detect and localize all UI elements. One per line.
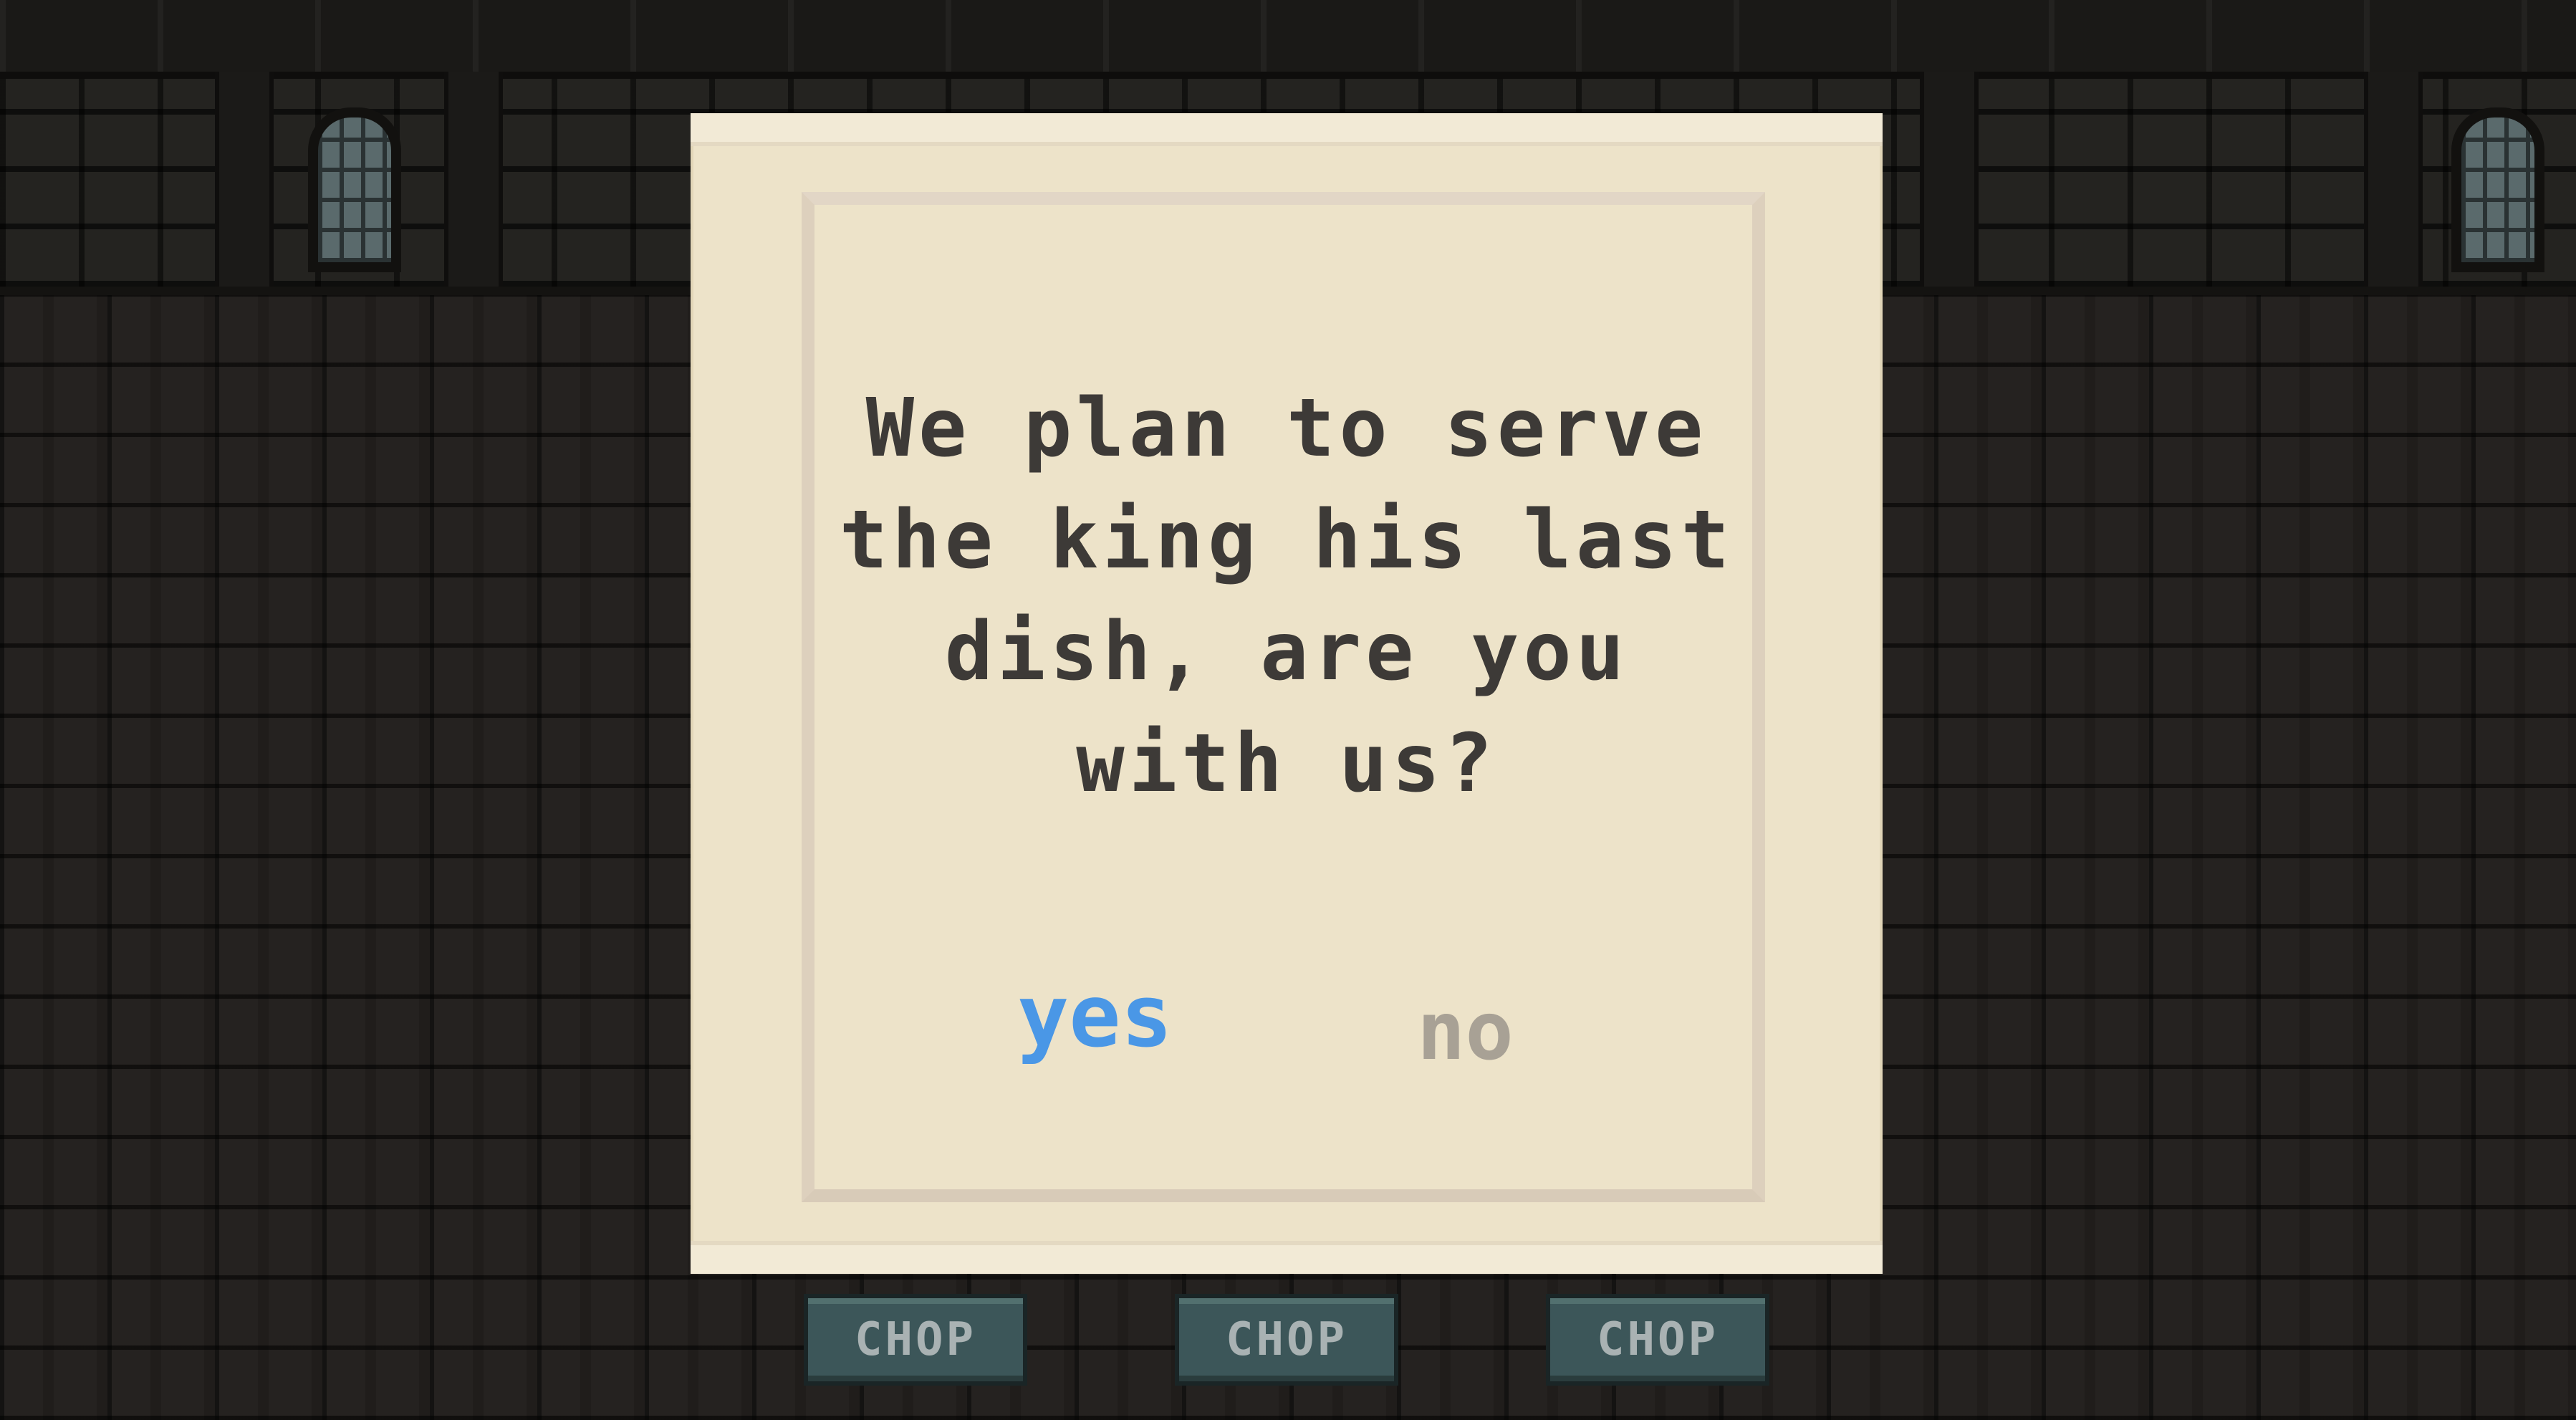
- game-scene: We plan to serve the king his last dish,…: [0, 0, 2576, 1420]
- chop-button-2[interactable]: CHOP: [1175, 1294, 1398, 1386]
- dialog-message: We plan to serve the king his last dish,…: [691, 373, 1883, 820]
- wall-pillar: [444, 72, 503, 287]
- wall-pillar: [215, 72, 274, 287]
- parchment-bottom-roll: [691, 1241, 1883, 1274]
- dialog-message-line: with us?: [1076, 717, 1497, 810]
- dialog-message-line: We plan to serve: [865, 382, 1708, 475]
- chop-button-3[interactable]: CHOP: [1546, 1294, 1769, 1386]
- parchment-top-roll: [691, 113, 1883, 146]
- castle-window-right: [2451, 107, 2544, 272]
- wall-pillar: [2364, 72, 2423, 287]
- yes-choice[interactable]: yes: [1017, 967, 1173, 1068]
- castle-window-left: [308, 107, 401, 272]
- chop-button-1[interactable]: CHOP: [804, 1294, 1027, 1386]
- dialog-message-line: the king his last: [839, 494, 1734, 587]
- no-choice[interactable]: no: [1417, 982, 1514, 1082]
- battlement-ledge: [0, 0, 2576, 79]
- wall-pillar: [1920, 72, 1979, 287]
- dialog-message-line: dish, are you: [944, 605, 1629, 699]
